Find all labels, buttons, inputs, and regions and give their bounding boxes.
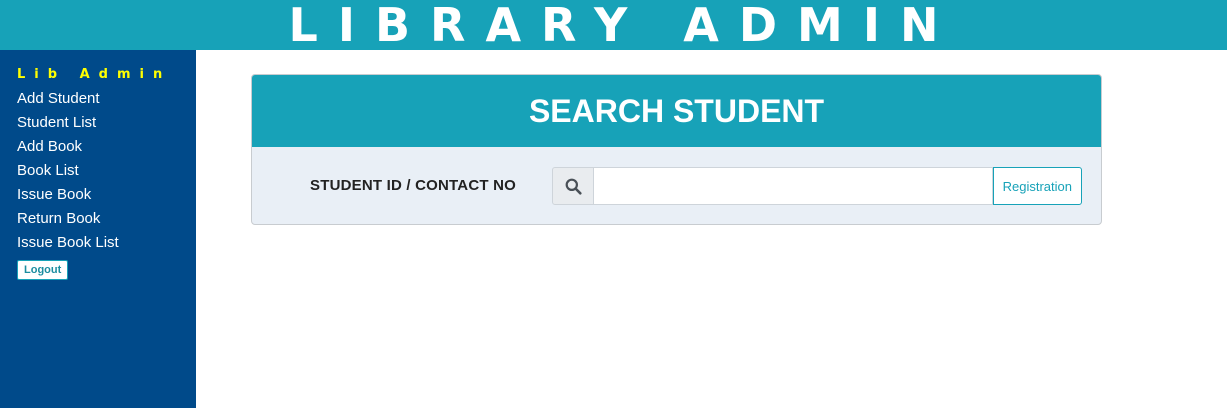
app-header: LIBRARY ADMIN	[0, 0, 1227, 50]
registration-button[interactable]: Registration	[992, 167, 1082, 205]
sidebar-item-add-book[interactable]: Add Book	[17, 135, 196, 159]
card-title: SEARCH STUDENT	[528, 92, 825, 129]
logout-button[interactable]: Logout	[17, 260, 69, 280]
card-body: STUDENT ID / CONTACT NO Registration	[252, 147, 1101, 224]
search-input-group: Registration	[552, 167, 1082, 205]
search-student-card: SEARCH STUDENT STUDENT ID / CONTACT NO R…	[251, 74, 1102, 225]
sidebar-item-student-list[interactable]: Student List	[17, 111, 196, 135]
sidebar-item-book-list[interactable]: Book List	[17, 159, 196, 183]
sidebar-brand: Lib Admin	[17, 67, 172, 82]
sidebar-item-issue-book-list[interactable]: Issue Book List	[17, 231, 196, 255]
sidebar-item-add-student[interactable]: Add Student	[17, 87, 196, 111]
sidebar-item-issue-book[interactable]: Issue Book	[17, 183, 196, 207]
search-field-label: STUDENT ID / CONTACT NO	[310, 177, 516, 194]
search-icon	[552, 167, 594, 205]
search-input[interactable]	[594, 167, 993, 205]
app-title: LIBRARY ADMIN	[288, 0, 959, 52]
sidebar-item-return-book[interactable]: Return Book	[17, 207, 196, 231]
card-header: SEARCH STUDENT	[252, 75, 1101, 147]
sidebar: Lib Admin Add Student Student List Add B…	[0, 50, 196, 408]
